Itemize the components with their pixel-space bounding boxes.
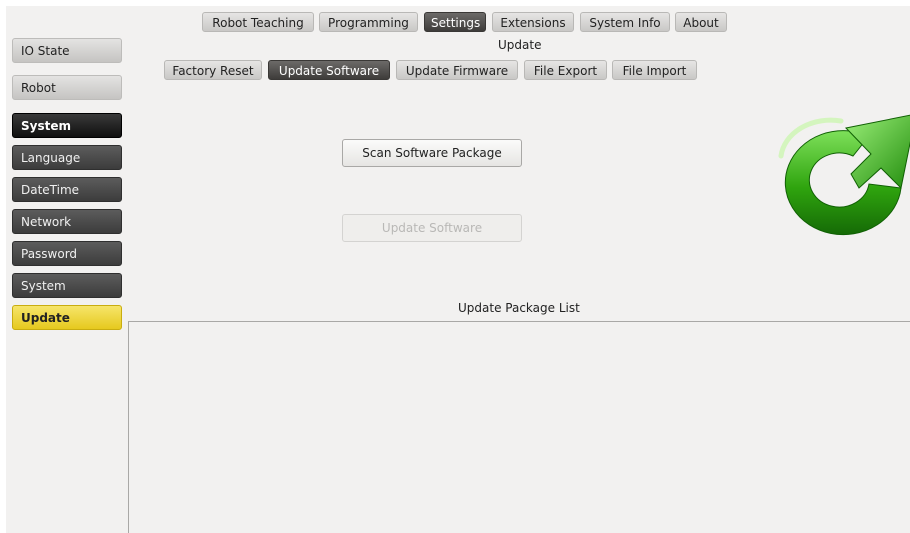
tab-system-info[interactable]: System Info	[580, 12, 670, 32]
sidebar-item-language[interactable]: Language	[12, 145, 122, 170]
sidebar-item-network[interactable]: Network	[12, 209, 122, 234]
subtab-update-software[interactable]: Update Software	[268, 60, 390, 80]
update-package-list[interactable]	[128, 321, 910, 533]
sidebar-item-password[interactable]: Password	[12, 241, 122, 266]
subtab-factory-reset[interactable]: Factory Reset	[164, 60, 262, 80]
tab-robot-teaching[interactable]: Robot Teaching	[202, 12, 314, 32]
tab-about[interactable]: About	[675, 12, 727, 32]
sidebar-item-datetime[interactable]: DateTime	[12, 177, 122, 202]
tab-programming[interactable]: Programming	[319, 12, 418, 32]
tab-settings[interactable]: Settings	[424, 12, 486, 32]
update-package-list-title: Update Package List	[458, 301, 580, 315]
update-software-button[interactable]: Update Software	[342, 214, 522, 242]
scan-software-package-button[interactable]: Scan Software Package	[342, 139, 522, 167]
sidebar-item-io-state[interactable]: IO State	[12, 38, 122, 63]
tab-extensions[interactable]: Extensions	[492, 12, 574, 32]
refresh-icon	[778, 114, 910, 236]
subtab-file-import[interactable]: File Import	[612, 60, 697, 80]
sidebar-item-update[interactable]: Update	[12, 305, 122, 330]
sidebar-item-system[interactable]: System	[12, 273, 122, 298]
subtab-file-export[interactable]: File Export	[524, 60, 607, 80]
sidebar-item-system-group[interactable]: System	[12, 113, 122, 138]
subtab-update-firmware[interactable]: Update Firmware	[396, 60, 518, 80]
section-title: Update	[498, 38, 542, 52]
sidebar-item-robot[interactable]: Robot	[12, 75, 122, 100]
settings-screen: Robot Teaching Programming Settings Exte…	[6, 6, 910, 533]
